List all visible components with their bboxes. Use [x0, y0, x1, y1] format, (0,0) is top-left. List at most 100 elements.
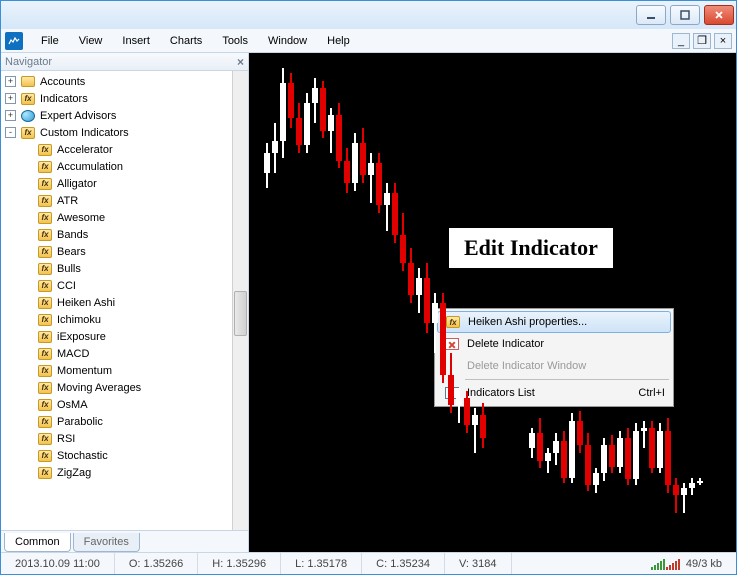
tree-item[interactable]: -fxCustom Indicators [1, 124, 232, 141]
tree-item-label: Ichimoku [57, 314, 101, 326]
tree-item-label: Accumulation [57, 161, 123, 173]
menu-item-properties[interactable]: fx Heiken Ashi properties... [437, 311, 671, 333]
fx-icon: fx [37, 279, 53, 293]
menu-item-delete[interactable]: Delete Indicator [437, 333, 671, 355]
tree-item[interactable]: +fxIndicators [1, 90, 232, 107]
tree-item[interactable]: fxBands [1, 226, 232, 243]
candle [633, 431, 639, 479]
candle [577, 421, 583, 445]
candle [657, 431, 663, 468]
tree-item[interactable]: fxParabolic [1, 413, 232, 430]
tab-common[interactable]: Common [4, 533, 71, 552]
menu-insert[interactable]: Insert [112, 32, 160, 50]
candle [368, 163, 374, 175]
candle [545, 453, 551, 461]
menu-view[interactable]: View [69, 32, 113, 50]
tree-item[interactable]: fxBears [1, 243, 232, 260]
tree-item[interactable]: fxiExposure [1, 328, 232, 345]
tree-item[interactable]: fxStochastic [1, 447, 232, 464]
tree-item[interactable]: fxZigZag [1, 464, 232, 481]
fx-icon: fx [37, 313, 53, 327]
tree-item-label: Indicators [40, 93, 88, 105]
candle [272, 141, 278, 153]
candle [689, 483, 695, 488]
navigator-close-icon[interactable]: × [237, 55, 244, 69]
fx-icon: fx [37, 398, 53, 412]
expand-icon[interactable]: + [5, 76, 16, 87]
chart-area[interactable]: Edit Indicator fx Heiken Ashi properties… [249, 53, 736, 552]
minimize-button[interactable] [636, 5, 666, 25]
candle [264, 153, 270, 173]
annotation-label: Edit Indicator [464, 235, 598, 261]
tree-item[interactable]: +Accounts [1, 73, 232, 90]
candle [480, 415, 486, 438]
tree-item[interactable]: fx Bulls [1, 260, 232, 277]
tree-scrollbar[interactable] [232, 71, 248, 530]
mdi-minimize-button[interactable]: _ [672, 33, 690, 49]
candle [609, 445, 615, 467]
menu-help[interactable]: Help [317, 32, 360, 50]
tree-item[interactable]: fxATR [1, 192, 232, 209]
candle [553, 441, 559, 453]
candle [304, 103, 310, 145]
menu-separator [465, 379, 669, 380]
tree-item-label: MACD [57, 348, 89, 360]
navigator-header: Navigator × [1, 53, 248, 71]
menu-item-list-label: Indicators List [467, 387, 535, 399]
expand-icon[interactable]: - [5, 127, 16, 138]
menu-file[interactable]: File [31, 32, 69, 50]
mdi-close-button[interactable]: × [714, 33, 732, 49]
status-high: H: 1.35296 [198, 553, 281, 574]
tree-item[interactable]: fxAwesome [1, 209, 232, 226]
tree-item-label: ATR [57, 195, 78, 207]
tab-favorites[interactable]: Favorites [73, 533, 140, 552]
fx-icon: fx [37, 432, 53, 446]
menu-window[interactable]: Window [258, 32, 317, 50]
tree-item[interactable]: fxAccumulation [1, 158, 232, 175]
titlebar [1, 1, 736, 29]
navigator-tree[interactable]: +Accounts+fxIndicators+Expert Advisors-f… [1, 71, 232, 530]
tree-item[interactable]: fxMoving Averages [1, 379, 232, 396]
fx-icon: fx [37, 449, 53, 463]
menu-charts[interactable]: Charts [160, 32, 212, 50]
candle [456, 398, 462, 405]
tree-item[interactable]: fxMomentum [1, 362, 232, 379]
tree-item[interactable]: fxOsMA [1, 396, 232, 413]
tree-item[interactable]: fx Ichimoku [1, 311, 232, 328]
menu-item-indicators-list[interactable]: Indicators List Ctrl+I [437, 382, 671, 404]
menu-tools[interactable]: Tools [212, 32, 258, 50]
tree-item-label: Awesome [57, 212, 105, 224]
expand-icon[interactable]: + [5, 93, 16, 104]
candle [472, 415, 478, 425]
mdi-restore-button[interactable]: ❐ [693, 33, 711, 49]
candle [384, 193, 390, 205]
fx-icon: fx [37, 415, 53, 429]
candle [320, 88, 326, 131]
tree-item-label: Bands [57, 229, 88, 241]
tree-item[interactable]: fx CCI [1, 277, 232, 294]
fx-icon: fx [37, 262, 53, 276]
status-open: O: 1.35266 [115, 553, 198, 574]
tree-item-label: RSI [57, 433, 75, 445]
tree-item[interactable]: fx RSI [1, 430, 232, 447]
tree-item[interactable]: +Expert Advisors [1, 107, 232, 124]
candle [336, 115, 342, 161]
expand-icon[interactable]: + [5, 110, 16, 121]
tree-item-label: Accelerator [57, 144, 113, 156]
close-button[interactable] [704, 5, 734, 25]
status-connection: 49/3 kb [637, 553, 736, 574]
tree-item-label: CCI [57, 280, 76, 292]
candle [376, 163, 382, 205]
menu-item-delete-window: Delete Indicator Window [437, 355, 671, 377]
navigator-title: Navigator [5, 56, 52, 68]
maximize-button[interactable] [670, 5, 700, 25]
tree-item-label: Bulls [57, 263, 81, 275]
tree-item[interactable]: fxAccelerator [1, 141, 232, 158]
candle [280, 83, 286, 141]
scrollbar-thumb[interactable] [234, 291, 247, 336]
tree-item[interactable]: fxAlligator [1, 175, 232, 192]
tree-item[interactable]: fxHeiken Ashi [1, 294, 232, 311]
menu-item-delete-label: Delete Indicator [467, 338, 544, 350]
tree-item[interactable]: fxMACD [1, 345, 232, 362]
navigator-tabs: Common Favorites [1, 530, 248, 552]
